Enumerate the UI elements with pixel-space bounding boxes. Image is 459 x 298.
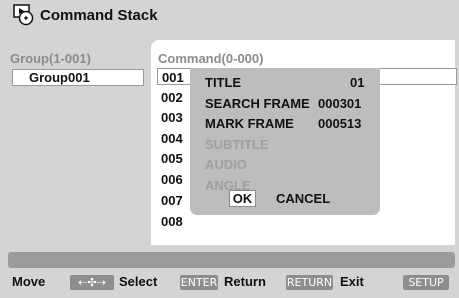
command-number: 004 <box>161 131 183 146</box>
command-number: 008 <box>161 214 183 229</box>
command-header: Command(0-000) <box>158 51 264 66</box>
move-label: Move <box>12 274 46 289</box>
group-item-label: Group001 <box>29 70 90 85</box>
return-label: Return <box>224 274 266 289</box>
title-field-value[interactable]: 01 <box>350 75 364 91</box>
command-number: 002 <box>161 90 183 105</box>
command-number: 005 <box>161 151 183 166</box>
subtitle-field-label: SUBTITLE <box>205 137 269 152</box>
ok-button[interactable]: OK <box>229 190 256 207</box>
command-row[interactable]: 008 <box>157 213 457 230</box>
cancel-button[interactable]: CANCEL <box>276 190 330 207</box>
command-number: 007 <box>161 193 183 208</box>
title-field-label: TITLE <box>205 75 242 90</box>
select-label: Select <box>119 274 158 289</box>
command-number: 006 <box>161 172 183 187</box>
audio-field-label: AUDIO <box>205 157 247 172</box>
window-title: Command Stack <box>40 7 158 24</box>
mark-frame-value[interactable]: 000513 <box>318 116 361 132</box>
group-header: Group(1-001) <box>10 51 91 66</box>
footer-key-guide: Move ⇠✣⇢ Select ENTER Return RETURN Exit… <box>0 270 459 298</box>
status-bar <box>8 252 455 268</box>
setup-key-badge: SETUP <box>403 275 449 290</box>
return-key-badge: RETURN <box>286 275 333 290</box>
group-list-item[interactable]: Group001 <box>12 69 144 86</box>
mark-frame-label: MARK FRAME <box>205 116 294 131</box>
enter-key-badge: ENTER <box>180 275 218 290</box>
exit-label: Exit <box>340 274 364 289</box>
arrow-keys-icon: ⇠✣⇢ <box>70 275 114 290</box>
command-number: 001 <box>162 70 184 85</box>
command-number: 003 <box>161 110 183 125</box>
search-frame-value[interactable]: 000301 <box>318 96 361 112</box>
search-frame-label: SEARCH FRAME <box>205 96 310 111</box>
disc-stack-icon <box>13 4 35 26</box>
